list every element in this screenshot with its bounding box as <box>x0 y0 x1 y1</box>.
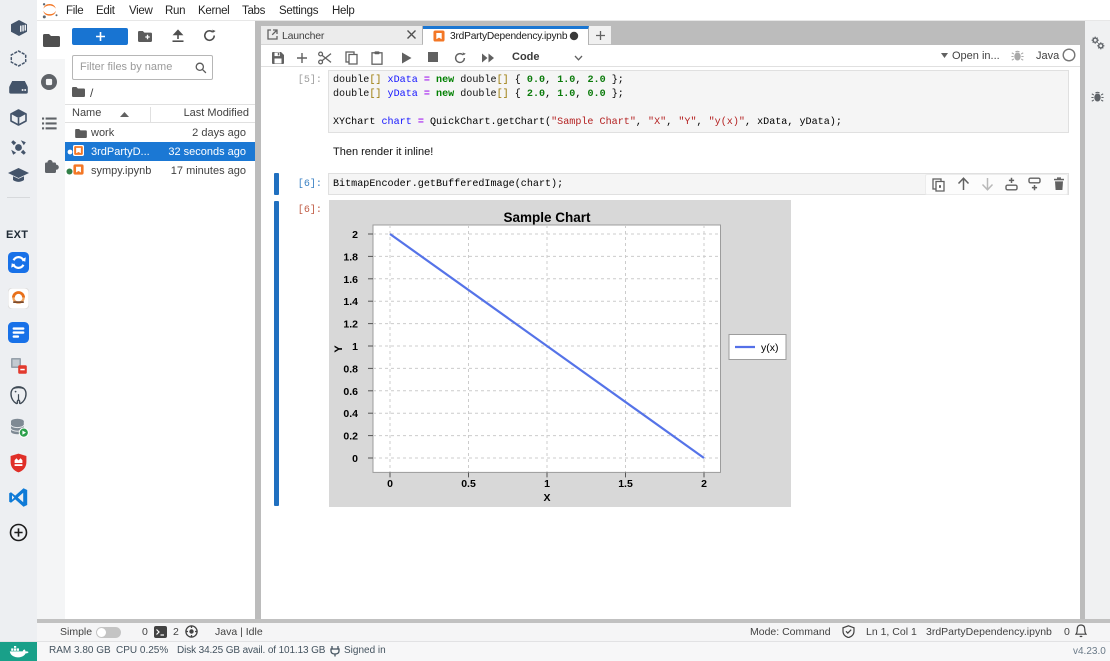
svg-text:1: 1 <box>544 478 550 490</box>
svg-text:1: 1 <box>352 341 358 353</box>
svg-text:1.6: 1.6 <box>343 274 358 286</box>
svg-text:1.8: 1.8 <box>343 251 358 263</box>
svg-text:2: 2 <box>701 478 707 490</box>
svg-text:1.2: 1.2 <box>343 319 358 331</box>
svg-text:0.2: 0.2 <box>343 431 358 443</box>
svg-text:X: X <box>543 492 550 504</box>
svg-text:Sample Chart: Sample Chart <box>503 210 591 225</box>
svg-text:2: 2 <box>352 229 358 241</box>
svg-text:0.6: 0.6 <box>343 386 358 398</box>
svg-text:0.8: 0.8 <box>343 363 358 375</box>
svg-text:0: 0 <box>387 478 393 490</box>
svg-text:1.5: 1.5 <box>618 478 633 490</box>
svg-text:0.4: 0.4 <box>343 408 358 420</box>
svg-text:y(x): y(x) <box>761 342 779 354</box>
svg-text:Y: Y <box>333 345 345 353</box>
svg-text:0.5: 0.5 <box>461 478 476 490</box>
svg-text:0: 0 <box>352 453 358 465</box>
svg-text:1.4: 1.4 <box>343 296 358 308</box>
